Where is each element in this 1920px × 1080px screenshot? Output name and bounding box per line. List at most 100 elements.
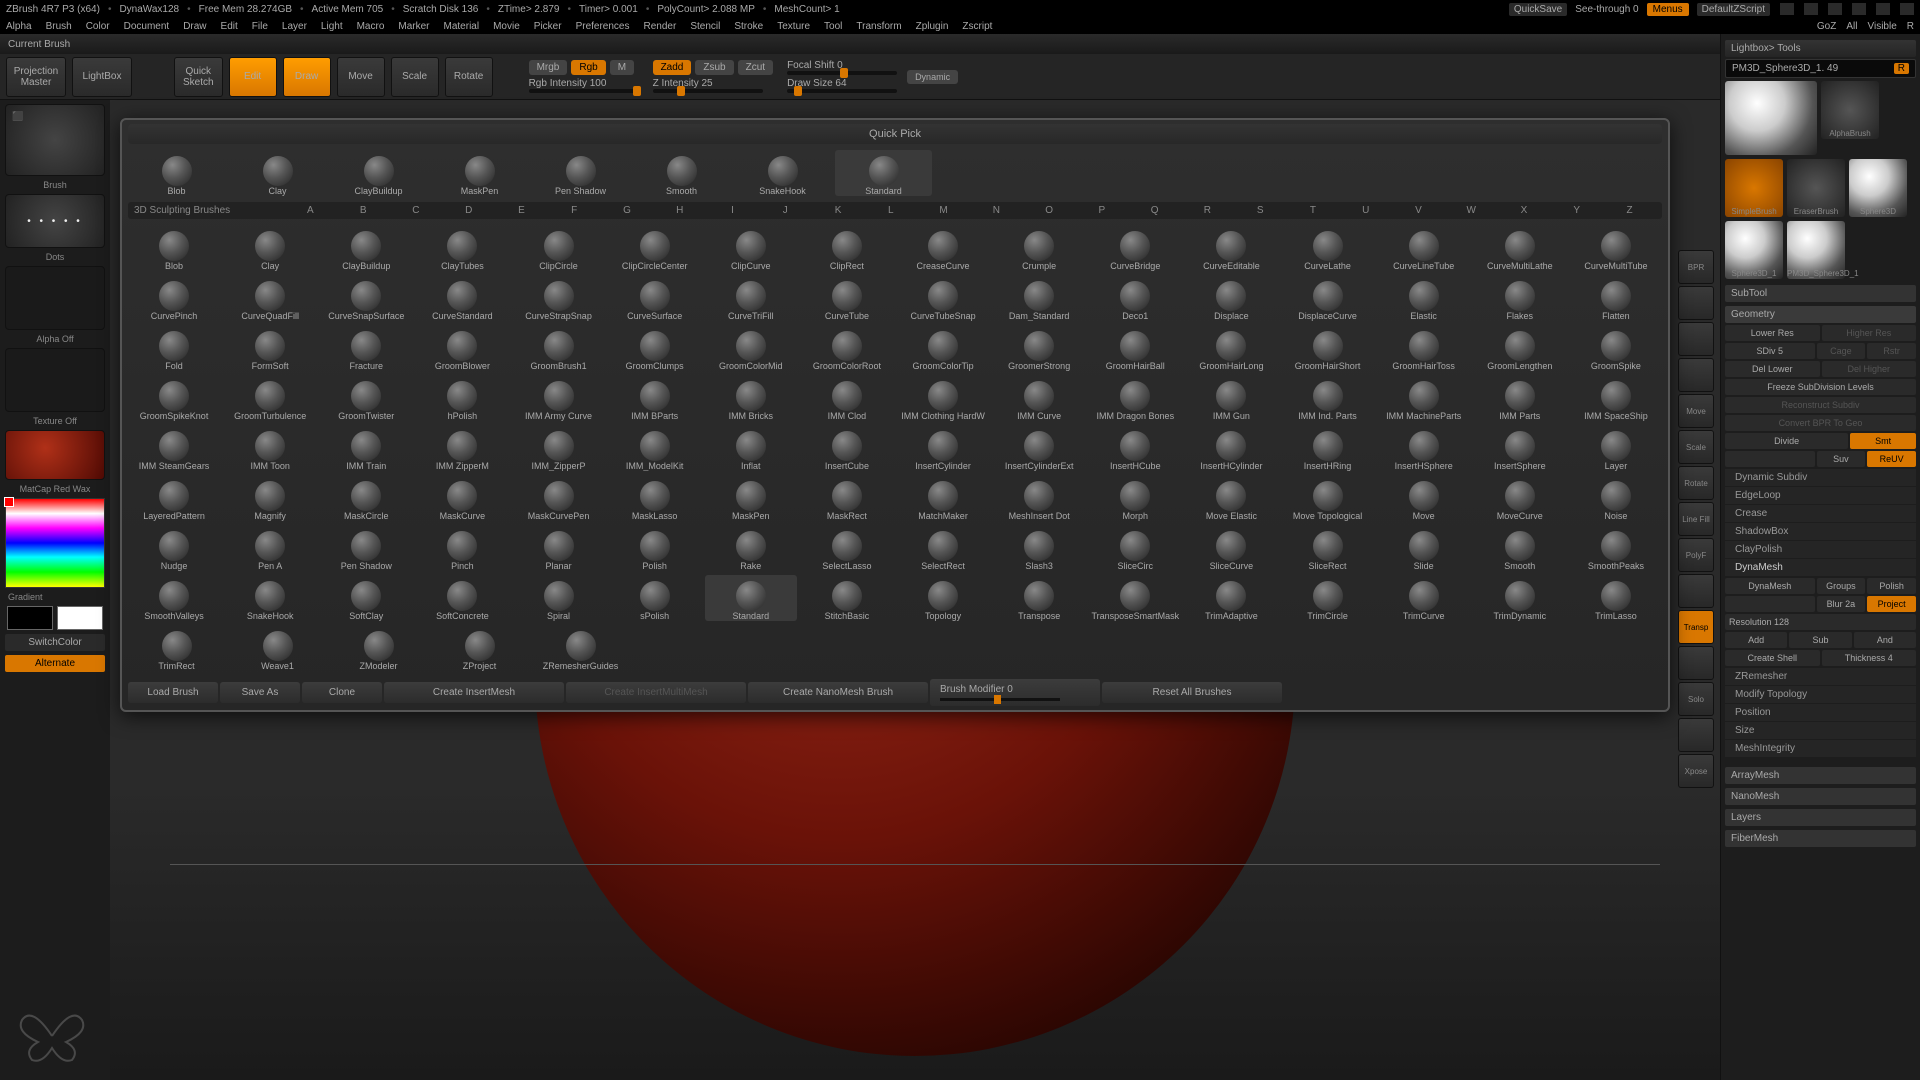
brush-blob[interactable]: Blob xyxy=(128,225,220,271)
brush-deco1[interactable]: Deco1 xyxy=(1089,275,1181,321)
quickpick-smooth[interactable]: Smooth xyxy=(633,150,730,196)
menu-right-visible[interactable]: Visible xyxy=(1867,21,1896,32)
vp-tool-scale[interactable]: Scale xyxy=(1678,430,1714,464)
vp-tool-line-fill[interactable]: Line Fill xyxy=(1678,502,1714,536)
brush-trimadaptive[interactable]: TrimAdaptive xyxy=(1185,575,1277,621)
stroke-thumbnail[interactable]: • • • • • xyxy=(5,194,105,248)
tool-thumb-main[interactable] xyxy=(1725,81,1817,155)
brush-curvestandard[interactable]: CurveStandard xyxy=(416,275,508,321)
brush-smooth[interactable]: Smooth xyxy=(1474,525,1566,571)
brush-groomspike[interactable]: GroomSpike xyxy=(1570,325,1662,371)
alpha-R[interactable]: R xyxy=(1181,205,1234,216)
brush-imm-dragon-bones[interactable]: IMM Dragon Bones xyxy=(1089,375,1181,421)
tool-thumb[interactable]: SimpleBrush xyxy=(1725,159,1783,217)
brush-move-topological[interactable]: Move Topological xyxy=(1282,475,1374,521)
brush-imm-train[interactable]: IMM Train xyxy=(320,425,412,471)
brush-imm-army-curve[interactable]: IMM Army Curve xyxy=(513,375,605,421)
menu-right-all[interactable]: All xyxy=(1846,21,1857,32)
geometry-header[interactable]: Geometry xyxy=(1725,306,1916,323)
brush-magnify[interactable]: Magnify xyxy=(224,475,316,521)
vp-tool-transp[interactable]: Transp xyxy=(1678,610,1714,644)
create-insertmultimesh-button[interactable]: Create InsertMultiMesh xyxy=(566,682,746,703)
brush-inserthcylinder[interactable]: InsertHCylinder xyxy=(1185,425,1277,471)
vp-tool-bpr[interactable]: BPR xyxy=(1678,250,1714,284)
brush-imm-steamgears[interactable]: IMM SteamGears xyxy=(128,425,220,471)
brush-maskcircle[interactable]: MaskCircle xyxy=(320,475,412,521)
brush-zproject[interactable]: ZProject xyxy=(431,625,528,671)
brush-layeredpattern[interactable]: LayeredPattern xyxy=(128,475,220,521)
brush-groomclumps[interactable]: GroomClumps xyxy=(609,325,701,371)
alpha-L[interactable]: L xyxy=(864,205,917,216)
alpha-T[interactable]: T xyxy=(1287,205,1340,216)
brush-curveeditable[interactable]: CurveEditable xyxy=(1185,225,1277,271)
tool-thumb[interactable]: Sphere3D_1 xyxy=(1725,221,1783,279)
brush-clipcircle[interactable]: ClipCircle xyxy=(513,225,605,271)
brush-groomhairball[interactable]: GroomHairBall xyxy=(1089,325,1181,371)
menu-texture[interactable]: Texture xyxy=(777,21,810,32)
alpha-A[interactable]: A xyxy=(284,205,337,216)
vp-tool-solo[interactable]: Solo xyxy=(1678,682,1714,716)
menu-preferences[interactable]: Preferences xyxy=(576,21,630,32)
brush-maskrect[interactable]: MaskRect xyxy=(801,475,893,521)
brush-groomlengthen[interactable]: GroomLengthen xyxy=(1474,325,1566,371)
subtool-header[interactable]: SubTool xyxy=(1725,285,1916,302)
rotate-button[interactable]: Rotate xyxy=(445,57,493,97)
sdiv-slider[interactable]: SDiv 5 xyxy=(1725,343,1815,359)
brush-thumbnail[interactable]: ⬛ xyxy=(5,104,105,176)
brush-nudge[interactable]: Nudge xyxy=(128,525,220,571)
brush-maskpen[interactable]: MaskPen xyxy=(705,475,797,521)
brush-move[interactable]: Move xyxy=(1378,475,1470,521)
brush-slash3[interactable]: Slash3 xyxy=(993,525,1085,571)
alpha-O[interactable]: O xyxy=(1023,205,1076,216)
brush-claytubes[interactable]: ClayTubes xyxy=(416,225,508,271)
alpha-K[interactable]: K xyxy=(812,205,865,216)
brush-slicerect[interactable]: SliceRect xyxy=(1282,525,1374,571)
win-max-icon[interactable] xyxy=(1804,3,1818,15)
brush-curvestrapsnap[interactable]: CurveStrapSnap xyxy=(513,275,605,321)
brush-imm-parts[interactable]: IMM Parts xyxy=(1474,375,1566,421)
primary-color[interactable] xyxy=(57,606,103,630)
win-min-icon[interactable] xyxy=(1780,3,1794,15)
vp-tool-slot1[interactable] xyxy=(1678,286,1714,320)
menu-right-r[interactable]: R xyxy=(1907,21,1914,32)
alpha-Q[interactable]: Q xyxy=(1128,205,1181,216)
brush-clipcurve[interactable]: ClipCurve xyxy=(705,225,797,271)
brush-imm-curve[interactable]: IMM Curve xyxy=(993,375,1085,421)
brush-hpolish[interactable]: hPolish xyxy=(416,375,508,421)
brush-flakes[interactable]: Flakes xyxy=(1474,275,1566,321)
brush-fracture[interactable]: Fracture xyxy=(320,325,412,371)
brush-curvesnapsurface[interactable]: CurveSnapSurface xyxy=(320,275,412,321)
alpha-P[interactable]: P xyxy=(1075,205,1128,216)
color-picker[interactable] xyxy=(5,498,105,588)
menu-stencil[interactable]: Stencil xyxy=(690,21,720,32)
projection-master-button[interactable]: Projection Master xyxy=(6,57,66,97)
quickpick-clay[interactable]: Clay xyxy=(229,150,326,196)
alpha-V[interactable]: V xyxy=(1392,205,1445,216)
rgb-button[interactable]: Rgb xyxy=(571,60,605,75)
menu-macro[interactable]: Macro xyxy=(357,21,385,32)
brush-groomblower[interactable]: GroomBlower xyxy=(416,325,508,371)
brush-trimcurve[interactable]: TrimCurve xyxy=(1378,575,1470,621)
menu-tool[interactable]: Tool xyxy=(824,21,842,32)
quickpick-snakehook[interactable]: SnakeHook xyxy=(734,150,831,196)
brush-displace[interactable]: Displace xyxy=(1185,275,1277,321)
brush-selectrect[interactable]: SelectRect xyxy=(897,525,989,571)
brush-curvemultilathe[interactable]: CurveMultiLathe xyxy=(1474,225,1566,271)
brush-maskcurve[interactable]: MaskCurve xyxy=(416,475,508,521)
brush-pinch[interactable]: Pinch xyxy=(416,525,508,571)
brush-trimcircle[interactable]: TrimCircle xyxy=(1282,575,1374,621)
brush-clay[interactable]: Clay xyxy=(224,225,316,271)
dynamic-subdiv-item[interactable]: Dynamic Subdiv xyxy=(1725,469,1916,486)
brush-weave1[interactable]: Weave1 xyxy=(229,625,326,671)
brush-curvemultitube[interactable]: CurveMultiTube xyxy=(1570,225,1662,271)
brush-imm-gun[interactable]: IMM Gun xyxy=(1185,375,1277,421)
quickpick-claybuildup[interactable]: ClayBuildup xyxy=(330,150,427,196)
vp-tool-slot11[interactable] xyxy=(1678,646,1714,680)
brush-groomspikeknot[interactable]: GroomSpikeKnot xyxy=(128,375,220,421)
menu-stroke[interactable]: Stroke xyxy=(734,21,763,32)
brush-smoothpeaks[interactable]: SmoothPeaks xyxy=(1570,525,1662,571)
brush-dam-standard[interactable]: Dam_Standard xyxy=(993,275,1085,321)
alpha-J[interactable]: J xyxy=(759,205,812,216)
edit-button[interactable]: Edit xyxy=(229,57,277,97)
menu-transform[interactable]: Transform xyxy=(856,21,901,32)
